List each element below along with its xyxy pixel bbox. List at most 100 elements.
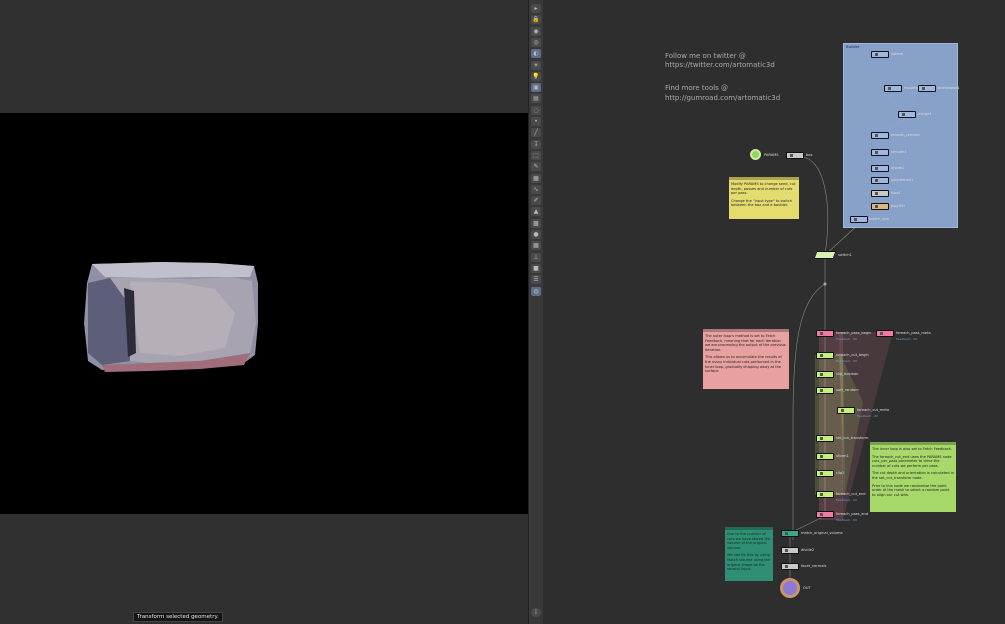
node-match-volume[interactable] [781, 530, 799, 537]
sticky-green-p1: The inner loop is also set to Fetch Feed… [872, 447, 952, 451]
info-icon[interactable]: i [531, 608, 541, 617]
paint-icon[interactable]: ✐ [531, 196, 541, 206]
node-out-label: OUT [803, 586, 811, 590]
node-xform[interactable] [816, 453, 834, 460]
node-set-cut-transform-label: set_cut_transform [836, 436, 869, 440]
sticky-green-p2: The foreach_cut_end uses the PARAMS node… [872, 454, 952, 468]
camera-icon[interactable]: ◉ [531, 26, 541, 36]
node-clip[interactable] [816, 371, 834, 378]
builder-box-title: Builder [846, 44, 860, 49]
boulder-mesh [84, 262, 258, 372]
node-set-cut-transform[interactable] [816, 435, 834, 442]
node-facet-label: facet_normals [801, 564, 827, 568]
credit-twitter-url[interactable]: https://twitter.com/artomatic3d [665, 61, 775, 70]
group-icon[interactable]: ▦ [531, 173, 541, 183]
network-editor[interactable]: Follow me on twitter @ https://twitter.c… [543, 0, 1005, 624]
handle-icon[interactable]: ▸ [531, 4, 541, 13]
sticky-note-green[interactable]: The inner loop is also set to Fetch Feed… [870, 442, 956, 512]
node-out[interactable] [780, 578, 800, 598]
node-foreach-cut-meta[interactable] [837, 407, 855, 414]
node-merge[interactable] [898, 111, 916, 118]
node-smooth-label: smooth1 [891, 150, 907, 154]
sticky-yellow-p2: Change the "input type" to switch betwee… [731, 198, 793, 208]
sphere-icon[interactable]: ● [531, 230, 541, 239]
node-foreach-pass-meta[interactable] [876, 330, 894, 337]
point-icon[interactable]: • [531, 117, 541, 126]
node-divide2-label: divide2 [801, 548, 815, 552]
sticky-red-p2: This allows us to accumulate the results… [705, 355, 782, 374]
node-divide[interactable] [871, 165, 889, 172]
sticky-green-p4: Prior to this node we randomise the poin… [872, 483, 950, 497]
node-divide-label: divide1 [891, 166, 905, 170]
snapshot-icon[interactable]: ◎ [531, 37, 541, 47]
ghost-icon[interactable]: ◌ [531, 105, 541, 115]
node-foreach-pass-begin[interactable] [816, 330, 834, 337]
node-foreach-cut-begin[interactable] [816, 352, 834, 359]
node-foreach-pass-meta-label: foreach_pass_meta [896, 331, 931, 335]
node-foreach-pass-end-label: foreach_pass_end [836, 512, 869, 516]
display-icon[interactable]: ▤ [531, 94, 541, 104]
edit-icon[interactable]: ✎ [531, 162, 541, 172]
brush-icon[interactable]: ▲ [531, 207, 541, 217]
sticky-note-red[interactable]: The outer loop's method is set to Fetch … [703, 329, 789, 389]
node-box[interactable] [871, 51, 889, 58]
grid-icon[interactable]: ▦ [531, 241, 541, 251]
node-foreach-pass-begin-feedback: Feedback - 00 [836, 337, 858, 341]
curve-icon[interactable]: ∿ [531, 184, 541, 194]
credit-gumroad-label: Find more tools @ [665, 84, 729, 92]
pin-icon[interactable]: ↧ [531, 139, 541, 149]
fill-icon[interactable]: ▩ [531, 218, 541, 228]
sticky-note-teal[interactable]: Due to the number of cuts we have stored… [725, 527, 773, 581]
node-smooth[interactable] [871, 149, 889, 156]
credit-gumroad-url[interactable]: http://gumroad.com/artomatic3d [665, 94, 780, 103]
node-attribnoise-label: attribnoise1 [938, 86, 960, 90]
globe-icon[interactable]: ◍ [531, 286, 541, 296]
select-icon[interactable]: ⬚ [531, 150, 541, 160]
node-foreach-cut-end[interactable] [816, 491, 834, 498]
node-box-input[interactable] [786, 152, 804, 159]
node-box-input-label: box [806, 153, 813, 157]
node-foreach-cut-meta-label: foreach_cut_meta [857, 408, 890, 412]
light-bulb-icon[interactable]: 💡 [531, 71, 541, 81]
node-fuse[interactable] [871, 190, 889, 197]
render-area[interactable] [0, 113, 528, 514]
node-facet[interactable] [781, 563, 799, 570]
node-foreach-pass-end[interactable] [816, 511, 834, 518]
node-divide2[interactable] [781, 547, 799, 554]
lock-icon[interactable]: 🔒 [531, 15, 541, 25]
node-match-size-label: match_size [869, 217, 890, 221]
stack-icon[interactable]: ☰ [531, 275, 541, 285]
wire-icon[interactable]: ╱ [531, 128, 541, 138]
tooltip: Transform selected geometry. [133, 612, 223, 622]
node-polyfill-label: polyfill1 [891, 204, 906, 208]
split-icon[interactable]: ⊥ [531, 252, 541, 262]
viewport-toolbar: ▸ 🔒 ◉ ◎ ◐ ☀ 💡 ▣ ▤ ◌ • ╱ ↧ ⬚ ✎ ▦ ∿ ✐ ▲ ▩ ● ▦ ⊥ ■ ☰ ◍ i [528, 0, 544, 624]
scene-viewport[interactable]: Transform selected geometry. [0, 0, 528, 624]
node-attribnoise[interactable] [918, 85, 936, 92]
node-polyreduce-label: polyreduce1 [891, 178, 914, 182]
sticky-note-yellow[interactable]: Modify PARAMS to change seed, cut depth,… [729, 177, 799, 219]
node-foreach-pass-end-feedback: Feedback - 00 [836, 518, 858, 522]
background-icon[interactable]: ▣ [531, 83, 541, 93]
node-merge-label: merge1 [918, 112, 932, 116]
node-polyfill[interactable] [871, 203, 889, 210]
node-match-size[interactable] [850, 216, 868, 223]
node-clip2[interactable] [816, 470, 834, 477]
node-remesh[interactable] [871, 132, 889, 139]
node-xform-label: xform1 [836, 454, 849, 458]
box-icon[interactable]: ■ [531, 263, 541, 273]
node-params-label: PARAMS [764, 153, 779, 157]
node-foreach-cut-end-label: foreach_cut_end [836, 492, 866, 496]
node-foreach-cut-begin-feedback: Feedback - 00 [836, 359, 858, 363]
node-box-label: sphere [891, 52, 904, 56]
node-sort[interactable] [816, 387, 834, 394]
sticky-green-p3: The cut depth and orientation is calcula… [872, 471, 954, 480]
light-icon[interactable]: ☀ [531, 60, 541, 70]
node-foreach-cut-meta-feedback: Feedback - 00 [857, 414, 879, 418]
node-clip2-label: clip2 [836, 471, 845, 475]
node-polyreduce[interactable] [871, 177, 889, 184]
view-icon[interactable]: ◐ [531, 49, 541, 59]
node-switch[interactable] [813, 251, 837, 259]
node-params[interactable] [750, 149, 761, 160]
node-mountain[interactable] [884, 85, 902, 92]
